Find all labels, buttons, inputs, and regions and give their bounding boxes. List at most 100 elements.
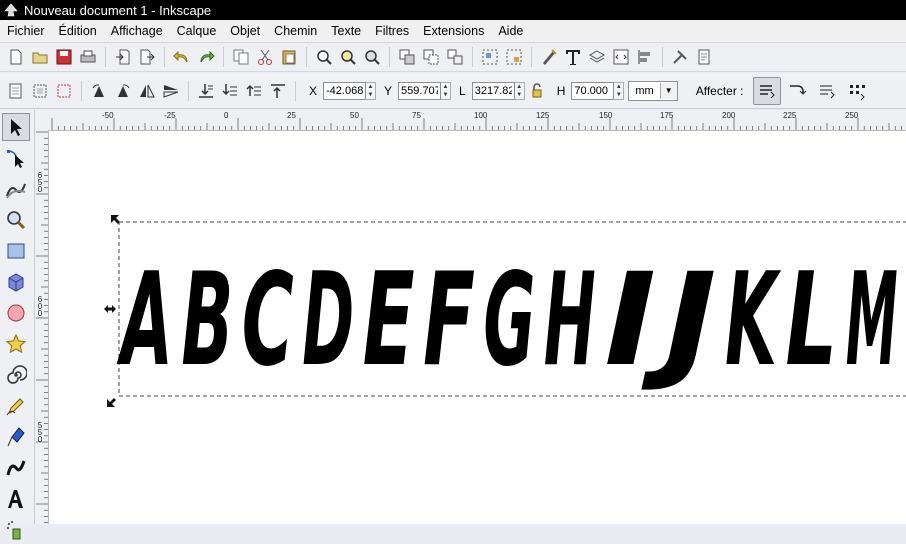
undo-button[interactable]	[171, 46, 193, 68]
raise-to-top-button[interactable]	[267, 80, 289, 102]
zoom-drawing-button[interactable]	[337, 46, 359, 68]
x-spinbox[interactable]: ▲▼	[323, 81, 377, 100]
menu-filtres[interactable]: Filtres	[368, 20, 416, 42]
text-object[interactable]: A B C D E F G H IJ K L M	[116, 246, 898, 395]
xml-editor-button[interactable]	[610, 46, 632, 68]
zoom-tool[interactable]	[2, 206, 30, 234]
ungroup-button[interactable]	[503, 46, 525, 68]
print-button[interactable]	[77, 46, 99, 68]
scale-handle-top-left[interactable]	[111, 215, 120, 224]
fill-stroke-button[interactable]	[538, 46, 560, 68]
title-bar: Nouveau document 1 - Inkscape	[0, 0, 906, 20]
pencil-tool[interactable]	[2, 392, 30, 420]
duplicate-object-button[interactable]	[396, 46, 418, 68]
star-tool[interactable]	[2, 330, 30, 358]
scale-handle-middle-left[interactable]	[104, 305, 116, 313]
paste-button[interactable]	[278, 46, 300, 68]
duplicate-button[interactable]	[230, 46, 252, 68]
menu-fichier[interactable]: Fichier	[0, 20, 52, 42]
spin-down-icon[interactable]: ▼	[441, 91, 450, 99]
tweak-tool[interactable]	[2, 175, 30, 203]
spin-down-icon[interactable]: ▼	[614, 91, 623, 99]
height-spin-arrows[interactable]: ▲ ▼	[614, 81, 625, 100]
zoom-page-button[interactable]	[361, 46, 383, 68]
spin-down-icon[interactable]: ▼	[366, 91, 375, 99]
preferences-button[interactable]	[669, 46, 691, 68]
new-document-button[interactable]	[5, 46, 27, 68]
cut-button[interactable]	[254, 46, 276, 68]
open-button[interactable]	[29, 46, 51, 68]
ruler-label: -50	[102, 111, 114, 120]
unlink-clone-button[interactable]	[444, 46, 466, 68]
rotate-ccw-button[interactable]	[88, 80, 110, 102]
clone-button[interactable]	[420, 46, 442, 68]
spin-down-icon[interactable]: ▼	[515, 91, 524, 99]
export-button[interactable]	[136, 46, 158, 68]
menu-texte[interactable]: Texte	[324, 20, 368, 42]
deselect-button[interactable]	[53, 80, 75, 102]
height-input[interactable]	[571, 81, 615, 100]
text-tool[interactable]	[2, 485, 30, 513]
x-input[interactable]	[323, 81, 367, 100]
height-spinbox[interactable]: ▲▼	[571, 81, 625, 100]
spin-up-icon[interactable]: ▲	[515, 83, 524, 91]
save-button[interactable]	[53, 46, 75, 68]
chevron-down-icon[interactable]: ▼	[659, 82, 677, 99]
node-tool[interactable]	[2, 144, 30, 172]
lock-ratio-button[interactable]	[526, 80, 548, 102]
width-input[interactable]	[471, 81, 515, 100]
spray-tool[interactable]	[2, 516, 30, 544]
menu-edition[interactable]: Édition	[52, 20, 104, 42]
import-button[interactable]	[112, 46, 134, 68]
x-spin-arrows[interactable]: ▲ ▼	[366, 81, 377, 100]
zoom-selection-button[interactable]	[313, 46, 335, 68]
ellipse-tool[interactable]	[2, 299, 30, 327]
calligraphy-tool[interactable]	[2, 454, 30, 482]
rectangle-tool[interactable]	[2, 237, 30, 265]
menu-objet[interactable]: Objet	[223, 20, 267, 42]
ruler-label: 250	[845, 111, 859, 120]
document-properties-button[interactable]	[693, 46, 715, 68]
spin-up-icon[interactable]: ▲	[366, 83, 375, 91]
width-spin-arrows[interactable]: ▲ ▼	[514, 81, 525, 100]
ruler-label: 75	[412, 111, 421, 120]
select-all-layers-button[interactable]	[29, 80, 51, 102]
zoom-drawing-icon	[341, 50, 356, 65]
flip-horizontal-button[interactable]	[136, 80, 158, 102]
align-button[interactable]	[634, 46, 656, 68]
pen-tool[interactable]	[2, 423, 30, 451]
lower-button[interactable]	[219, 80, 241, 102]
raise-button[interactable]	[243, 80, 265, 102]
spiral-tool[interactable]	[2, 361, 30, 389]
unit-select[interactable]: mm ▼	[628, 80, 678, 101]
scale-stroke-toggle[interactable]	[752, 76, 781, 105]
menu-extensions[interactable]: Extensions	[416, 20, 491, 42]
spin-up-icon[interactable]: ▲	[614, 83, 623, 91]
redo-button[interactable]	[195, 46, 217, 68]
menu-chemin[interactable]: Chemin	[267, 20, 324, 42]
horizontal-ruler[interactable]: -50 -25 0 25 50 75 100 125 150 175 200 2…	[48, 110, 906, 131]
menu-aide[interactable]: Aide	[491, 20, 530, 42]
transform-patterns-toggle[interactable]	[843, 77, 871, 105]
group-button[interactable]	[479, 46, 501, 68]
lower-to-bottom-button[interactable]	[195, 80, 217, 102]
scale-corners-toggle[interactable]	[783, 77, 811, 105]
flip-vertical-button[interactable]	[160, 80, 182, 102]
drawing-canvas[interactable]: ABCDEFGHIJKLM	[49, 131, 906, 524]
selector-tool[interactable]	[2, 113, 30, 141]
y-input[interactable]	[398, 81, 442, 100]
layers-button[interactable]	[586, 46, 608, 68]
3d-box-tool[interactable]	[2, 268, 30, 296]
transform-gradients-toggle[interactable]	[813, 77, 841, 105]
y-spinbox[interactable]: ▲▼	[398, 81, 452, 100]
rotate-cw-button[interactable]	[112, 80, 134, 102]
text-font-button[interactable]	[562, 46, 584, 68]
menu-calque[interactable]: Calque	[170, 20, 224, 42]
vertical-ruler[interactable]: 650 600 550	[35, 130, 49, 524]
spin-up-icon[interactable]: ▲	[441, 83, 450, 91]
scale-handle-bottom-left[interactable]	[107, 398, 116, 407]
select-all-button[interactable]	[5, 80, 27, 102]
y-spin-arrows[interactable]: ▲ ▼	[441, 81, 452, 100]
menu-affichage[interactable]: Affichage	[104, 20, 170, 42]
width-spinbox[interactable]: ▲▼	[471, 81, 525, 100]
